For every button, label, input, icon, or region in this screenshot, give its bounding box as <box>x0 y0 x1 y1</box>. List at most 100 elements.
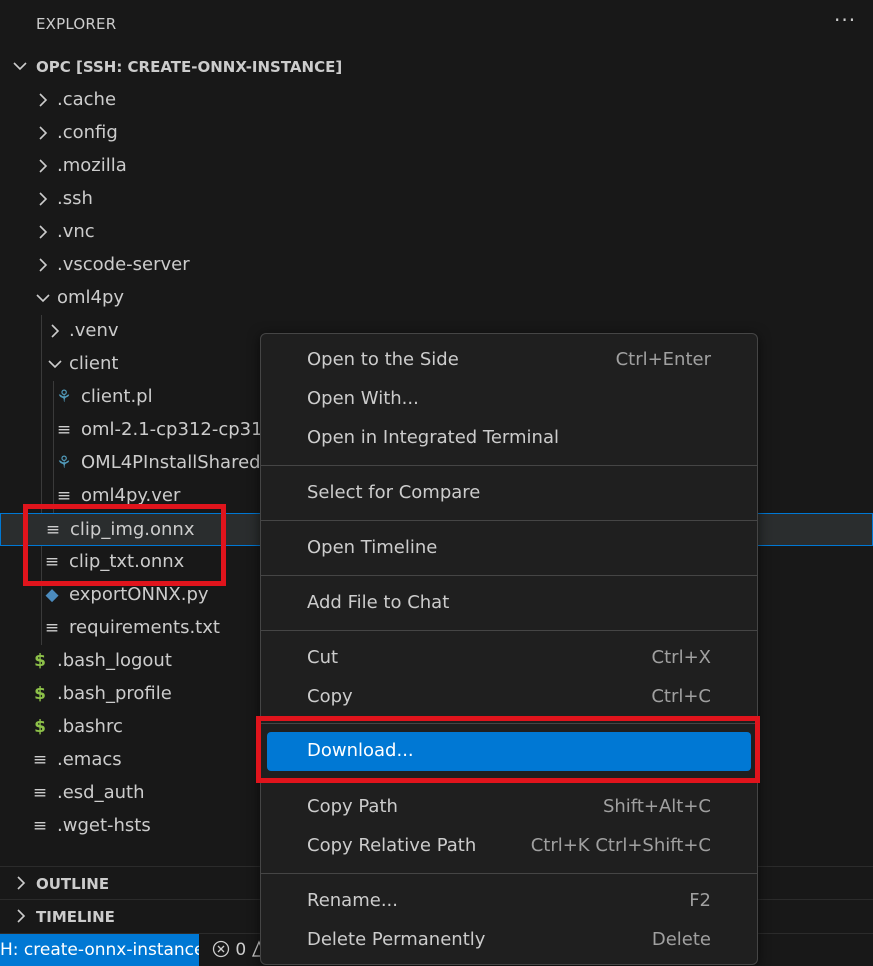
tree-folder-label: client <box>69 353 119 374</box>
menu-item-rename[interactable]: Rename... F2 <box>267 882 751 921</box>
menu-item-select-for-compare[interactable]: Select for Compare <box>267 474 751 513</box>
menu-item-label: Rename... <box>307 890 398 911</box>
menu-item-shortcut: Ctrl+K Ctrl+Shift+C <box>530 835 711 856</box>
tree-file-label: .esd_auth <box>57 782 145 803</box>
tree-folder-row[interactable]: .ssh <box>0 183 873 216</box>
menu-item-delete-permanently[interactable]: Delete Permanently Delete <box>267 921 751 960</box>
tree-file-label: oml4py.ver <box>81 485 181 506</box>
text-file-icon: ≡ <box>56 420 72 440</box>
tree-folder-label: .cache <box>57 89 117 110</box>
tree-folder-row[interactable]: oml4py <box>0 282 873 315</box>
menu-item-copy[interactable]: Copy Ctrl+C <box>267 678 751 717</box>
chevron-right-icon <box>39 159 48 173</box>
chevron-down-icon <box>13 62 27 71</box>
tree-file-label: OML4PInstallShared. <box>81 452 267 473</box>
tree-folder-row[interactable]: .mozilla <box>0 150 873 183</box>
menu-item-open-timeline[interactable]: Open Timeline <box>267 529 751 568</box>
menu-item-open-to-the-side[interactable]: Open to the Side Ctrl+Enter <box>267 341 751 380</box>
tree-file-label: requirements.txt <box>69 617 220 638</box>
tree-folder-label: .vscode-server <box>57 254 190 275</box>
perl-camel-icon: ⚘ <box>56 387 72 407</box>
tree-folder-row[interactable]: .config <box>0 117 873 150</box>
menu-item-label: Copy Path <box>307 796 398 817</box>
tree-file-label: .wget-hsts <box>57 815 151 836</box>
tree-folder-row[interactable]: .vscode-server <box>0 249 873 282</box>
shell-dollar-icon: $ <box>34 651 46 671</box>
python-icon: ◆ <box>45 585 59 605</box>
menu-separator <box>261 873 757 874</box>
outline-label: OUTLINE <box>36 875 110 893</box>
menu-separator <box>261 520 757 521</box>
menu-item-shortcut: F2 <box>689 890 711 911</box>
tree-file-label: .bashrc <box>57 716 123 737</box>
menu-item-shortcut: Ctrl+C <box>651 686 711 707</box>
tree-file-label: exportONNX.py <box>69 584 209 605</box>
remote-indicator[interactable]: H: create-onnx-instance <box>0 934 199 966</box>
text-file-icon: ≡ <box>45 520 61 540</box>
tree-folder-label: .config <box>57 122 118 143</box>
menu-item-shortcut: Shift+Alt+C <box>602 796 711 817</box>
menu-separator <box>261 575 757 576</box>
chevron-right-icon <box>39 258 48 272</box>
menu-item-add-file-to-chat[interactable]: Add File to Chat <box>267 584 751 623</box>
tree-folder-row[interactable]: .cache <box>0 84 873 117</box>
tree-file-label: oml-2.1-cp312-cp312 <box>81 419 275 440</box>
menu-item-label: Cut <box>307 647 339 668</box>
explorer-header: EXPLORER ··· <box>0 0 873 48</box>
chevron-right-icon <box>17 876 26 890</box>
text-file-icon: ≡ <box>44 552 60 572</box>
chevron-right-icon <box>39 93 48 107</box>
menu-item-copy-relative-path[interactable]: Copy Relative Path Ctrl+K Ctrl+Shift+C <box>267 827 751 866</box>
tree-folder-label: .vnc <box>57 221 95 242</box>
tree-file-label: .bash_logout <box>57 650 172 671</box>
menu-item-shortcut: Delete <box>651 929 711 950</box>
menu-separator <box>261 723 757 724</box>
chevron-right-icon <box>51 324 60 338</box>
shell-dollar-icon: $ <box>34 684 46 704</box>
error-count: 0 <box>235 940 247 960</box>
menu-item-download[interactable]: Download... <box>267 732 751 771</box>
timeline-label: TIMELINE <box>36 908 115 926</box>
workspace-root-header[interactable]: OPC [SSH: CREATE-ONNX-INSTANCE] <box>0 52 873 82</box>
menu-item-open-with[interactable]: Open With... <box>267 380 751 419</box>
text-file-icon: ≡ <box>32 783 48 803</box>
menu-item-label: Select for Compare <box>307 482 481 503</box>
text-file-icon: ≡ <box>32 750 48 770</box>
tree-folder-label: .ssh <box>57 188 93 209</box>
tree-folder-row[interactable]: .vnc <box>0 216 873 249</box>
tree-file-label: .emacs <box>57 749 122 770</box>
tree-file-label: .bash_profile <box>57 683 172 704</box>
chevron-down-icon <box>48 360 62 369</box>
tree-file-label: clip_img.onnx <box>70 519 195 540</box>
menu-item-label: Copy <box>307 686 353 707</box>
menu-separator <box>261 465 757 466</box>
menu-item-label: Download... <box>307 740 414 761</box>
menu-separator <box>261 778 757 779</box>
text-file-icon: ≡ <box>56 486 72 506</box>
tree-folder-label: oml4py <box>57 287 125 308</box>
ellipsis-icon[interactable]: ··· <box>834 10 856 30</box>
menu-item-label: Copy Relative Path <box>307 835 477 856</box>
menu-item-label: Add File to Chat <box>307 592 450 613</box>
text-file-icon: ≡ <box>44 618 60 638</box>
text-file-icon: ≡ <box>32 816 48 836</box>
chevron-right-icon <box>17 909 26 923</box>
menu-item-label: Open in Integrated Terminal <box>307 427 559 448</box>
menu-item-label: Open Timeline <box>307 537 438 558</box>
menu-item-label: Open to the Side <box>307 349 459 370</box>
tree-file-label: client.pl <box>81 386 153 407</box>
problems-indicator[interactable]: 0 <box>212 934 266 966</box>
chevron-right-icon <box>39 192 48 206</box>
context-menu: Open to the Side Ctrl+Enter Open With... Op… <box>260 333 758 965</box>
chevron-right-icon <box>39 126 48 140</box>
error-circle-icon <box>212 940 230 958</box>
menu-item-open-in-integrated-terminal[interactable]: Open in Integrated Terminal <box>267 419 751 458</box>
menu-item-cut[interactable]: Cut Ctrl+X <box>267 639 751 678</box>
chevron-down-icon <box>36 294 50 303</box>
shell-dollar-icon: $ <box>34 717 46 737</box>
perl-camel-icon: ⚘ <box>56 453 72 473</box>
menu-item-shortcut: Ctrl+Enter <box>615 349 711 370</box>
menu-item-label: Open With... <box>307 388 419 409</box>
menu-item-copy-path[interactable]: Copy Path Shift+Alt+C <box>267 788 751 827</box>
chevron-right-icon <box>39 225 48 239</box>
